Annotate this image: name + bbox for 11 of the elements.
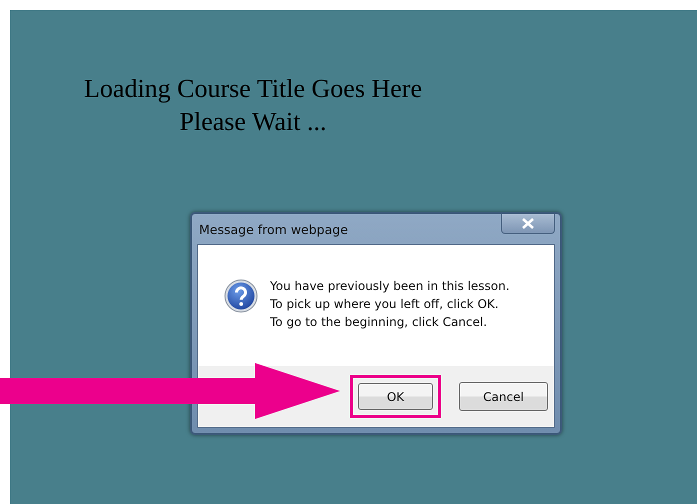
message-text: You have previously been in this lesson. — [270, 278, 510, 295]
close-button[interactable] — [501, 214, 555, 234]
loading-text: Please Wait ... — [180, 106, 326, 138]
message-text: To pick up where you left off, click OK. — [270, 296, 499, 313]
cancel-button[interactable]: Cancel — [459, 382, 548, 411]
ok-button[interactable]: OK — [358, 383, 433, 410]
question-icon — [224, 279, 258, 313]
message-text: To go to the beginning, click Cancel. — [270, 314, 488, 331]
dialog-title: Message from webpage — [199, 222, 348, 236]
close-icon — [522, 218, 534, 229]
loading-text: Loading Course Title Goes Here — [84, 73, 422, 105]
